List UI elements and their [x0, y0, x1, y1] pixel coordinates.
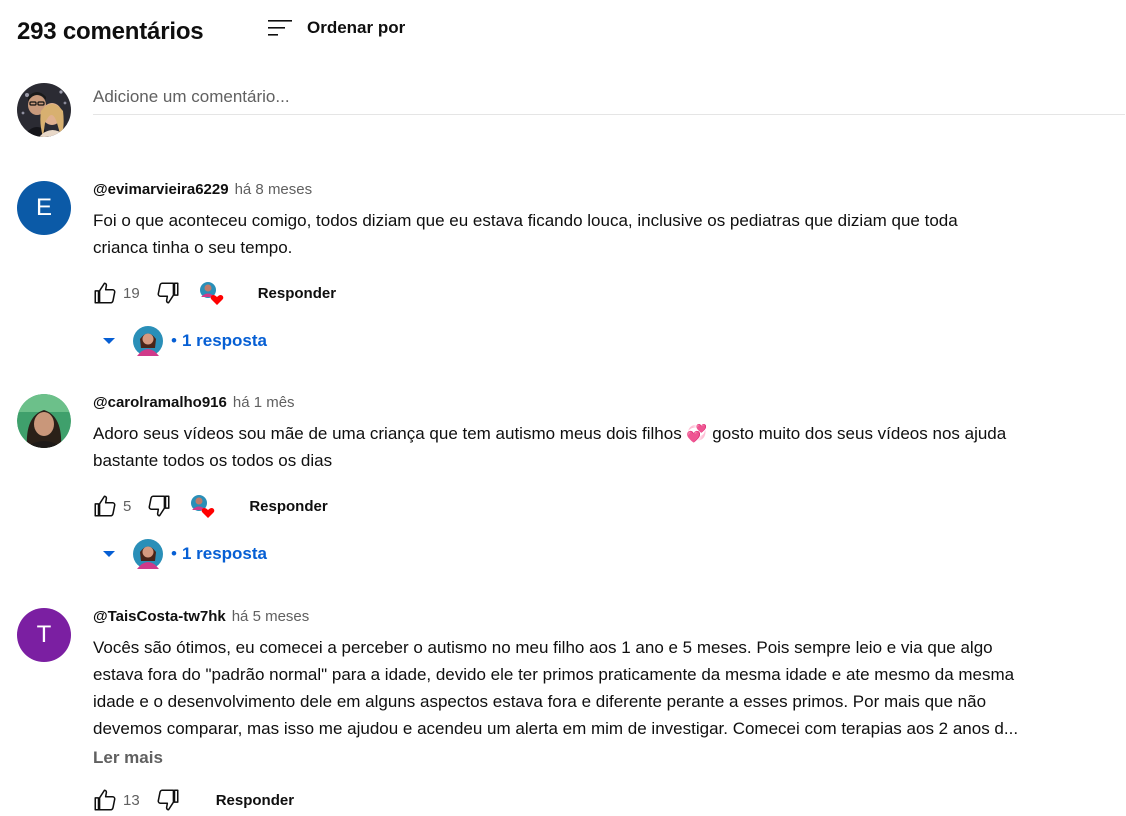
read-more-button[interactable]: Ler mais	[93, 748, 163, 768]
current-user-avatar[interactable]	[17, 83, 71, 137]
comment-line: estava fora do "padrão normal" para a id…	[93, 665, 1015, 684]
dislike-button[interactable]	[152, 277, 184, 309]
comment-author[interactable]: @evimarvieira6229	[93, 181, 229, 198]
view-replies-button[interactable]: • 1 resposta	[93, 323, 1123, 359]
like-button[interactable]	[89, 490, 121, 522]
thumbs-down-icon	[157, 789, 179, 811]
comment-time[interactable]: há 8 meses	[235, 181, 313, 198]
comment-line: idade e o desenvolvimento dele em alguns…	[93, 692, 987, 711]
comment-line: bastante todos os todos os dias	[93, 451, 333, 470]
replies-count: 1 resposta	[181, 331, 267, 350]
comment-text: Adoro seus vídeos sou mãe de uma criança…	[93, 420, 1123, 474]
replies-count: 1 resposta	[181, 544, 267, 563]
comment-text: Foi o que aconteceu comigo, todos diziam…	[93, 207, 1123, 261]
add-comment-input[interactable]	[93, 83, 1125, 115]
avatar-letter: E	[35, 194, 52, 221]
comment-author[interactable]: @carolramalho916	[93, 394, 227, 411]
chevron-down-icon	[103, 338, 115, 344]
author-avatar[interactable]: T	[17, 608, 71, 662]
dislike-button[interactable]	[143, 490, 175, 522]
thumbs-up-icon	[94, 789, 116, 811]
sort-button[interactable]: Ordenar por	[267, 14, 405, 42]
sort-icon	[268, 20, 292, 36]
comment-time[interactable]: há 1 mês	[233, 394, 295, 411]
reply-button[interactable]: Responder	[248, 279, 346, 308]
comment-time[interactable]: há 5 meses	[232, 608, 310, 625]
author-avatar[interactable]: E	[17, 181, 71, 235]
creator-avatar	[133, 326, 163, 356]
chevron-down-icon	[103, 551, 115, 557]
separator-dot: •	[171, 331, 177, 350]
like-count: 13	[123, 791, 140, 809]
comment-text: Vocês são ótimos, eu comecei a perceber …	[93, 634, 1123, 742]
sort-label: Ordenar por	[307, 18, 406, 37]
like-count: 19	[123, 284, 140, 302]
reply-button[interactable]: Responder	[239, 492, 337, 521]
dislike-button[interactable]	[152, 784, 184, 816]
like-button[interactable]	[89, 784, 121, 816]
thumbs-up-icon	[94, 282, 116, 304]
separator-dot: •	[171, 544, 177, 563]
avatar-letter: T	[36, 621, 52, 648]
comment-line: Vocês são ótimos, eu comecei a perceber …	[93, 638, 993, 657]
creator-heart-icon	[191, 495, 215, 518]
creator-heart	[196, 277, 228, 309]
comment-line: devemos comparar, mas isso me ajudou e a…	[93, 719, 1019, 738]
creator-heart-icon	[199, 282, 223, 305]
thumbs-up-icon	[94, 495, 116, 517]
comments-header: 293 comentários	[17, 14, 204, 50]
creator-heart	[187, 490, 219, 522]
comments-count: 293 comentários	[17, 18, 204, 45]
view-replies-button[interactable]: • 1 resposta	[93, 536, 1123, 572]
like-button[interactable]	[89, 277, 121, 309]
reply-button[interactable]: Responder	[206, 786, 304, 815]
thumbs-down-icon	[148, 495, 170, 517]
creator-avatar	[133, 539, 163, 569]
comment-line: Adoro seus vídeos sou mãe de uma criança…	[93, 424, 1007, 443]
like-count: 5	[123, 497, 132, 515]
author-avatar[interactable]	[17, 394, 71, 448]
comment-line: Foi o que aconteceu comigo, todos diziam…	[93, 211, 958, 230]
add-comment-row	[17, 83, 1125, 137]
thumbs-down-icon	[157, 282, 179, 304]
comment-author[interactable]: @TaisCosta-tw7hk	[93, 608, 226, 625]
comment-line: crianca tinha o seu tempo.	[93, 238, 293, 257]
